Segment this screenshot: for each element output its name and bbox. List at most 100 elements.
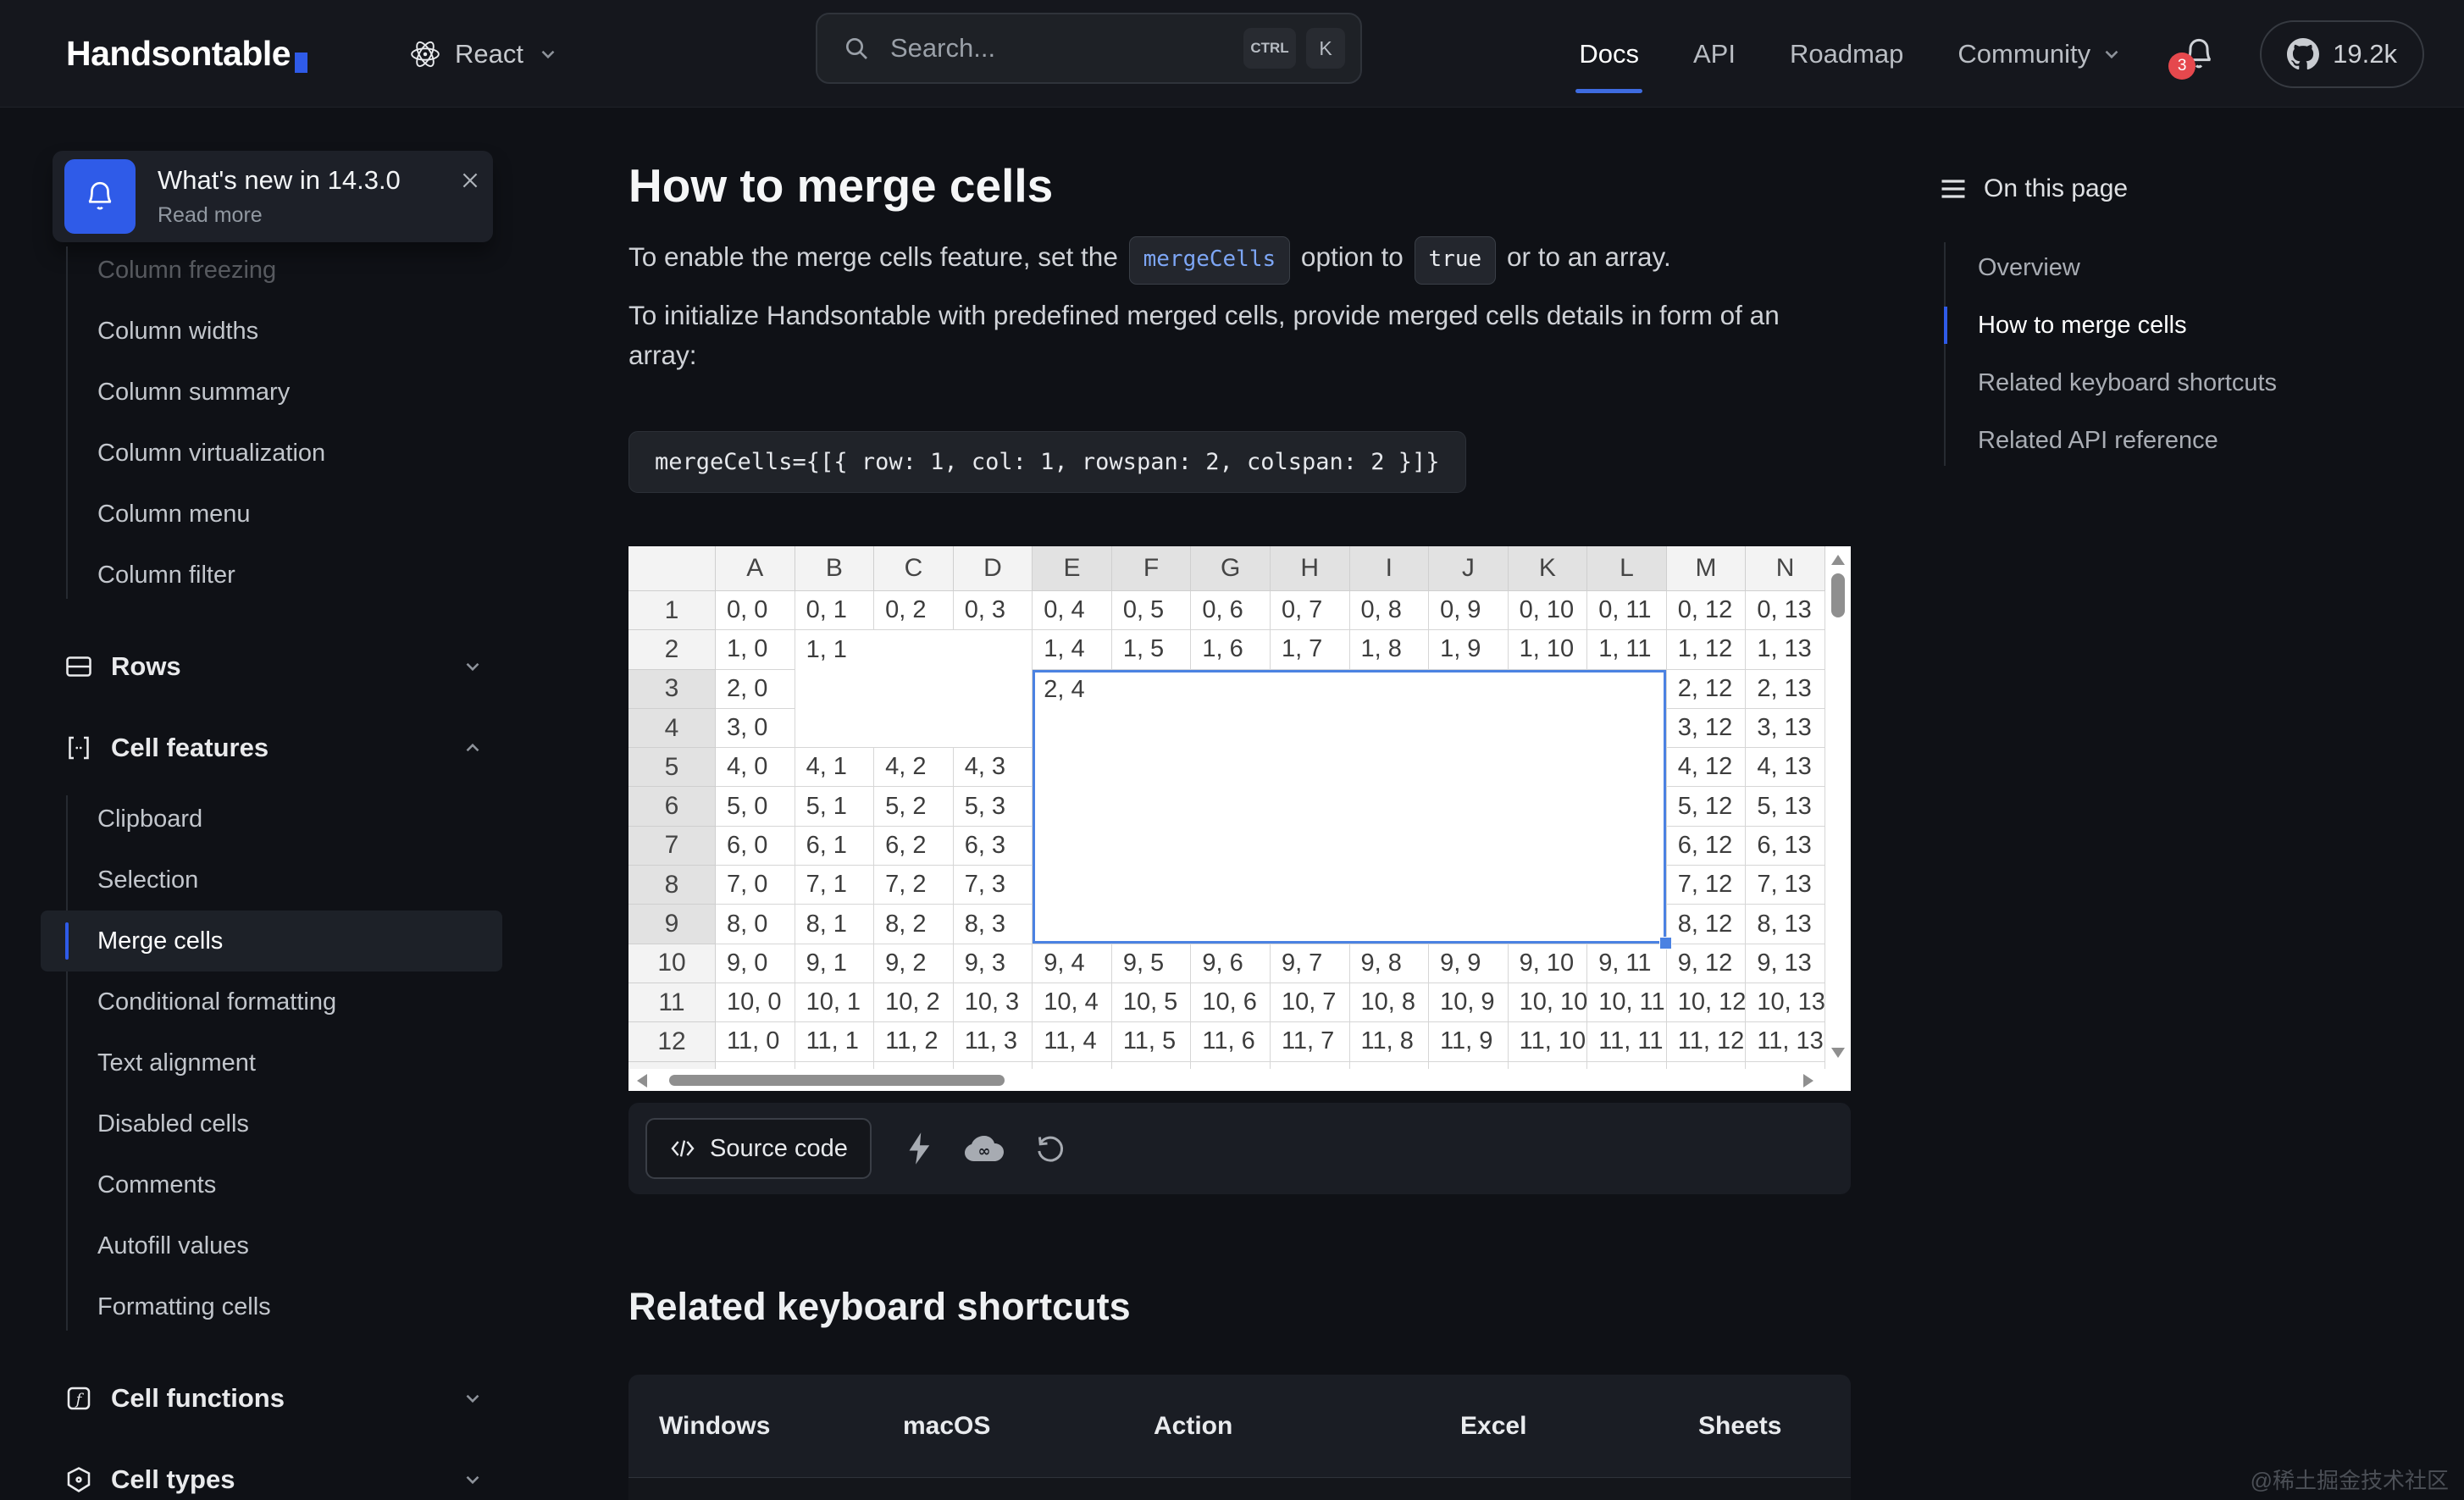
grid-cell[interactable]: 9, 1 (795, 944, 875, 983)
sidebar-item-merge-cells[interactable]: Merge cells (41, 911, 502, 971)
grid-cell[interactable]: 5, 2 (874, 787, 954, 826)
toc-item-overview[interactable]: Overview (1938, 239, 2362, 296)
sidebar-section-rows[interactable]: Rows (41, 626, 502, 707)
grid-corner[interactable] (628, 546, 716, 591)
grid-cell[interactable]: 11, 6 (1191, 1022, 1271, 1061)
merged-cell[interactable]: 1, 1 (795, 630, 1033, 748)
grid-cell[interactable]: 7, 13 (1746, 866, 1825, 905)
grid-cell[interactable]: 10, 1 (795, 983, 875, 1022)
grid-cell[interactable]: 9, 8 (1350, 944, 1430, 983)
grid-cell[interactable]: 6, 1 (795, 827, 875, 866)
col-header-D[interactable]: D (954, 546, 1033, 591)
grid-cell[interactable]: 0, 0 (716, 591, 795, 630)
col-header-B[interactable]: B (795, 546, 875, 591)
vertical-scroll-thumb[interactable] (1831, 573, 1845, 617)
grid-cell[interactable]: 1, 6 (1191, 630, 1271, 669)
sidebar-item-selection[interactable]: Selection (41, 850, 502, 911)
grid-cell[interactable]: 0, 8 (1350, 591, 1430, 630)
grid-cell[interactable]: 0, 9 (1429, 591, 1509, 630)
grid-cell[interactable]: 4, 0 (716, 748, 795, 787)
col-header-C[interactable]: C (874, 546, 954, 591)
grid-cell[interactable]: 4, 13 (1746, 748, 1825, 787)
grid-cell[interactable]: 1, 8 (1350, 630, 1430, 669)
grid-cell[interactable]: 10, 6 (1191, 983, 1271, 1022)
grid-cell[interactable]: 8, 13 (1746, 905, 1825, 944)
grid-cell[interactable]: 0, 11 (1587, 591, 1667, 630)
grid-cell[interactable]: 6, 13 (1746, 827, 1825, 866)
grid-cell[interactable]: 4, 1 (795, 748, 875, 787)
grid-cell[interactable]: 11, 11 (1587, 1022, 1667, 1061)
grid-cell[interactable]: 1, 11 (1587, 630, 1667, 669)
grid-cell[interactable]: 6, 0 (716, 827, 795, 866)
horizontal-scrollbar[interactable] (628, 1069, 1825, 1091)
grid-cell[interactable]: 0, 2 (874, 591, 954, 630)
grid-cell[interactable]: 1, 10 (1509, 630, 1588, 669)
row-header-4[interactable]: 4 (628, 709, 716, 748)
toc-item-related-keyboard-shortcuts[interactable]: Related keyboard shortcuts (1938, 354, 2362, 412)
col-header-L[interactable]: L (1587, 546, 1667, 591)
nav-link-docs[interactable]: Docs (1574, 39, 1644, 69)
grid-cell[interactable]: 11, 3 (954, 1022, 1033, 1061)
search-input[interactable]: Search... CTRL K (816, 13, 1362, 84)
grid-cell[interactable]: 11, 1 (795, 1022, 875, 1061)
sidebar-section-cell-types[interactable]: Cell types (41, 1439, 502, 1500)
vertical-scrollbar[interactable] (1825, 546, 1851, 1091)
horizontal-scroll-thumb[interactable] (669, 1075, 1005, 1086)
grid-cell[interactable]: 1, 9 (1429, 630, 1509, 669)
reset-icon[interactable] (1036, 1133, 1066, 1164)
col-header-E[interactable]: E (1033, 546, 1112, 591)
grid-cell[interactable]: 1, 13 (1746, 630, 1825, 669)
row-header-2[interactable]: 2 (628, 630, 716, 669)
grid-cell[interactable]: 11, 4 (1033, 1022, 1112, 1061)
grid-cell[interactable]: 7, 2 (874, 866, 954, 905)
grid-cell[interactable]: 10, 0 (716, 983, 795, 1022)
row-header-5[interactable]: 5 (628, 748, 716, 787)
grid-cell[interactable]: 11, 10 (1509, 1022, 1588, 1061)
whats-new-banner[interactable]: What's new in 14.3.0 Read more (53, 151, 493, 242)
grid-cell[interactable]: 9, 11 (1587, 944, 1667, 983)
banner-read-more-link[interactable]: Read more (158, 203, 459, 228)
grid-cell[interactable]: 10, 12 (1667, 983, 1747, 1022)
grid-cell[interactable]: 10, 8 (1350, 983, 1430, 1022)
grid-cell[interactable]: 8, 2 (874, 905, 954, 944)
bolt-icon[interactable] (907, 1132, 933, 1165)
row-header-3[interactable]: 3 (628, 670, 716, 709)
grid-cell[interactable]: 0, 13 (1746, 591, 1825, 630)
sidebar-item-comments[interactable]: Comments (41, 1154, 502, 1215)
grid-cell[interactable]: 10, 13 (1746, 983, 1825, 1022)
jsfiddle-cloud-icon[interactable]: ∞ (965, 1134, 1004, 1163)
source-code-button[interactable]: Source code (645, 1118, 872, 1179)
grid-cell[interactable]: 5, 1 (795, 787, 875, 826)
toc-item-related-api-reference[interactable]: Related API reference (1938, 412, 2362, 469)
grid-cell[interactable]: 2, 12 (1667, 670, 1747, 709)
grid-cell[interactable]: 6, 12 (1667, 827, 1747, 866)
col-header-J[interactable]: J (1429, 546, 1509, 591)
scroll-left-arrow[interactable] (637, 1074, 647, 1088)
grid-cell[interactable]: 9, 7 (1271, 944, 1350, 983)
row-header-10[interactable]: 10 (628, 944, 716, 983)
row-header-11[interactable]: 11 (628, 983, 716, 1022)
grid-cell[interactable]: 9, 0 (716, 944, 795, 983)
grid-cell[interactable]: 11, 7 (1271, 1022, 1350, 1061)
grid-cell[interactable]: 10, 9 (1429, 983, 1509, 1022)
grid-cell[interactable]: 9, 3 (954, 944, 1033, 983)
sidebar-item-clipboard[interactable]: Clipboard (41, 789, 502, 850)
grid-cell[interactable]: 4, 12 (1667, 748, 1747, 787)
grid-cell[interactable]: 8, 3 (954, 905, 1033, 944)
col-header-A[interactable]: A (716, 546, 795, 591)
grid-cell[interactable]: 0, 6 (1191, 591, 1271, 630)
grid-cell[interactable]: 7, 3 (954, 866, 1033, 905)
col-header-N[interactable]: N (1746, 546, 1825, 591)
grid-cell[interactable]: 0, 4 (1033, 591, 1112, 630)
grid-cell[interactable]: 1, 12 (1667, 630, 1747, 669)
grid-cell[interactable]: 3, 12 (1667, 709, 1747, 748)
grid-cell[interactable]: 0, 1 (795, 591, 875, 630)
grid-cell[interactable]: 1, 5 (1112, 630, 1192, 669)
grid-cell[interactable]: 10, 4 (1033, 983, 1112, 1022)
grid-cell[interactable]: 9, 9 (1429, 944, 1509, 983)
grid-cell[interactable]: 1, 4 (1033, 630, 1112, 669)
grid-cell[interactable]: 1, 0 (716, 630, 795, 669)
grid-cell[interactable]: 0, 5 (1112, 591, 1192, 630)
grid-cell[interactable]: 10, 2 (874, 983, 954, 1022)
grid-cell[interactable]: 10, 10 (1509, 983, 1588, 1022)
